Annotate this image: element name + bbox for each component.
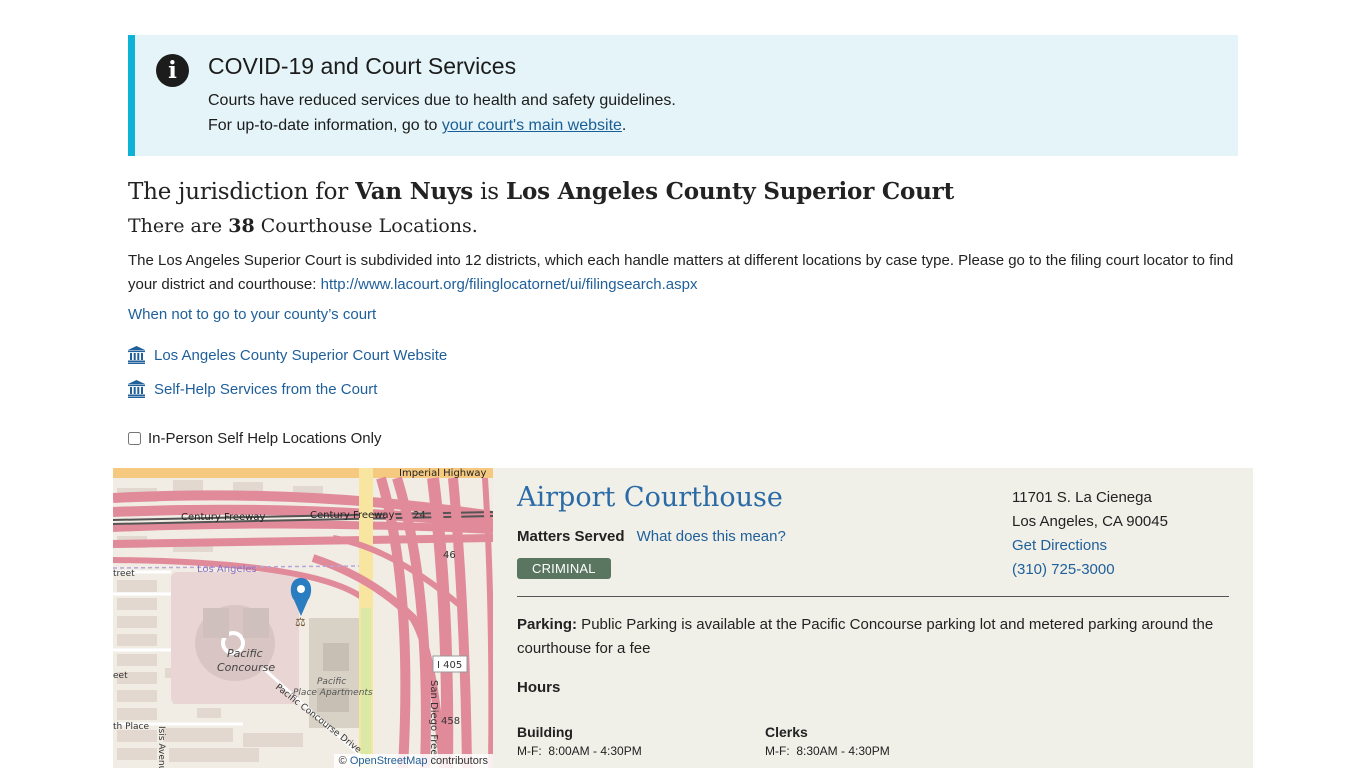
openstreetmap-link[interactable]: OpenStreetMap (350, 755, 428, 767)
svg-text:⚖: ⚖ (295, 615, 306, 629)
self-help-filter-label: In-Person Self Help Locations Only (148, 430, 382, 447)
map-label-pacific: Pacific (227, 647, 263, 660)
map-label-street: treet (113, 569, 135, 579)
map-label-place: th Place (113, 722, 149, 732)
courthouse-map[interactable]: Imperial Highway Century Freeway Century… (113, 468, 493, 768)
map-label-imperial: Imperial Highway (399, 468, 486, 479)
court-website-link[interactable]: your court's main website (442, 117, 622, 134)
courthouse-name[interactable]: Airport Courthouse (517, 482, 783, 513)
court-name: Los Angeles County Superior Court (505, 178, 955, 205)
alert-line-1: Courts have reduced services due to heal… (208, 92, 676, 109)
when-not-to-go-link[interactable]: When not to go to your county’s court (128, 306, 376, 323)
alert-title: COVID-19 and Court Services (208, 53, 517, 79)
covid-alert: i COVID-19 and Court Services Courts hav… (128, 35, 1238, 156)
map-label-24: 24 (413, 510, 426, 521)
map-label-eet: eet (113, 671, 128, 681)
map-label-i405: I 405 (437, 660, 462, 671)
courthouse-card: Airport Courthouse Matters Served What d… (493, 468, 1253, 768)
hours-title: Hours (517, 679, 561, 696)
self-help-item[interactable]: Self-Help Services from the Court (128, 380, 377, 398)
map-label-century-2: Century Freeway (310, 510, 394, 521)
parking-info: Parking: Public Parking is available at … (517, 616, 1214, 657)
self-help-checkbox[interactable] (128, 432, 141, 445)
get-directions-link[interactable]: Get Directions (1012, 534, 1168, 558)
map-label-place-apartments: Place Apartments (293, 688, 373, 698)
clerks-hours: Clerks M-F: 8:30AM - 4:30PM (765, 724, 890, 758)
court-website-link-label: Los Angeles County Superior Court Websit… (154, 346, 448, 364)
map-label-concourse: Concourse (217, 661, 275, 674)
map-label-avenue: Isis Avenu (156, 726, 166, 768)
map-label-46: 46 (443, 550, 456, 561)
divider (517, 596, 1229, 597)
address-line-1: 11701 S. La Cienega (1012, 489, 1152, 506)
case-type-badge: CRIMINAL (517, 558, 611, 579)
map-label-458: 458 (441, 716, 460, 727)
courthouse-icon (128, 380, 145, 398)
info-icon: i (156, 54, 189, 87)
courthouse-icon (128, 346, 145, 364)
filing-locator-link[interactable]: http://www.lacourt.org/filinglocatornet/… (321, 276, 698, 293)
what-does-this-mean-link[interactable]: What does this mean? (637, 528, 786, 545)
self-help-filter[interactable]: In-Person Self Help Locations Only (128, 430, 381, 447)
building-hours: Building M-F: 8:00AM - 4:30PM (517, 724, 642, 758)
map-label-century-1: Century Freeway (181, 512, 265, 523)
map-label-san-diego: San Diego Freew (428, 680, 439, 764)
map-attribution: © OpenStreetMap contributors (333, 754, 493, 768)
matters-served-label: Matters Served (517, 528, 625, 545)
address-line-2: Los Angeles, CA 90045 (1012, 513, 1168, 530)
alert-line-2: For up-to-date information, go to your c… (208, 117, 627, 134)
matters-served: Matters Served What does this mean? (517, 528, 786, 545)
city-name: Van Nuys (355, 178, 473, 205)
map-tiles[interactable]: Imperial Highway Century Freeway Century… (113, 468, 493, 768)
jurisdiction-heading: The jurisdiction for Van Nuys is Los Ang… (128, 178, 955, 205)
self-help-link-label: Self-Help Services from the Court (154, 380, 378, 398)
courthouse-count: There are 38 Courthouse Locations. (128, 215, 478, 237)
district-description: The Los Angeles Superior Court is subdiv… (128, 252, 1234, 293)
map-label-pacific-2: Pacific (317, 677, 346, 687)
phone-link[interactable]: (310) 725-3000 (1012, 558, 1168, 582)
courthouse-address: 11701 S. La Cienega Los Angeles, CA 9004… (1012, 486, 1168, 582)
court-website-item[interactable]: Los Angeles County Superior Court Websit… (128, 346, 447, 364)
map-label-los-angeles: Los Angeles (197, 564, 257, 575)
